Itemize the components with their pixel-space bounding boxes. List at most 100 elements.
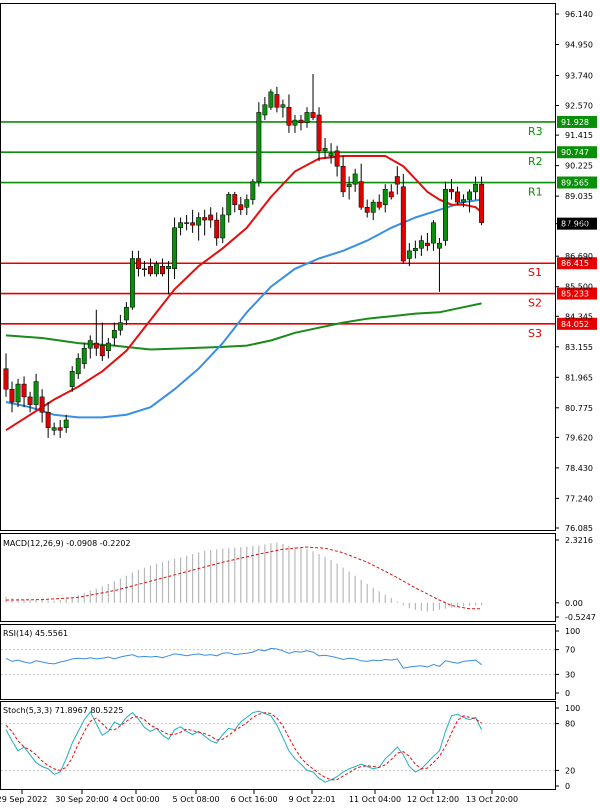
price-y-tick-label: 85.500 <box>565 283 593 292</box>
level-badge-value-R3: 91.928 <box>561 118 589 127</box>
level-badge-value-R1: 89.565 <box>561 179 589 188</box>
x-tick-label: 12 Oct 12:00 <box>407 795 459 804</box>
time-x-axis: 29 Sep 2022 30 Sep 20:00 4 Oct 00:00 5 Oct … <box>0 790 518 804</box>
candle-body <box>443 189 448 241</box>
x-tick-label: 30 Sep 20:00 <box>55 795 108 804</box>
candle-body <box>310 112 316 118</box>
x-tick-label: 4 Oct 00:00 <box>112 795 159 804</box>
price-panel-frame <box>0 3 556 531</box>
candle-body <box>123 306 129 321</box>
level-tag-R2: R2 <box>528 155 543 168</box>
candle-body <box>196 217 202 226</box>
candle-body <box>334 150 340 167</box>
candle-body <box>214 219 220 239</box>
price-y-tick-label: 76.085 <box>565 524 593 533</box>
candle-body <box>148 265 153 275</box>
rsi-y-tick-label: 100 <box>565 627 580 636</box>
candle-body <box>461 199 466 203</box>
candle-body <box>57 427 63 431</box>
macd-panel: MACD(12,26,9) -0.0908 -0.2202 2.3216 0.00… <box>0 533 596 622</box>
candle-body <box>226 194 232 216</box>
rsi-y-tick-label: 30 <box>565 670 575 679</box>
rsi-y-tick-label: 0 <box>565 689 570 698</box>
candle-body <box>172 227 178 270</box>
level-tag-R3: R3 <box>528 125 543 138</box>
chart-root: 91.928R390.747R289.565R186.415S185.233S2… <box>0 3 597 804</box>
stoch-y-axis: 100 80 20 0 <box>555 704 580 791</box>
x-tick-label: 13 Oct 20:00 <box>466 795 518 804</box>
price-y-tick-label: 77.240 <box>565 494 593 503</box>
candle-body <box>232 194 238 205</box>
x-tick-label: 11 Oct 04:00 <box>349 795 401 804</box>
candle-body <box>473 183 479 193</box>
candle-body <box>33 381 39 405</box>
candle-body <box>382 189 388 205</box>
candle-body <box>111 330 117 339</box>
macd-y-tick-label: -0.5247 <box>565 613 596 622</box>
candle-body <box>328 153 334 157</box>
candle-body <box>75 358 81 375</box>
candle-body <box>69 371 75 387</box>
candle-body <box>304 112 310 123</box>
candle-body <box>424 242 430 246</box>
price-y-tick-label: 94.950 <box>565 40 593 49</box>
candle-body <box>298 119 304 123</box>
candle-body <box>160 265 165 275</box>
candle-body <box>418 240 424 249</box>
candle-body <box>412 248 418 252</box>
candle-body <box>376 201 382 208</box>
candle-body <box>129 258 135 308</box>
candle-body <box>51 427 57 431</box>
candle-body <box>406 250 412 259</box>
price-panel: 91.928R390.747R289.565R186.415S185.233S2… <box>0 3 597 533</box>
rsi-title: RSI(14) 45.5561 <box>3 629 68 638</box>
price-y-tick-label: 79.620 <box>565 433 593 442</box>
x-tick-label: 6 Oct 16:00 <box>230 795 277 804</box>
candle-body <box>479 183 485 223</box>
candle-body <box>21 383 27 398</box>
price-y-tick-label: 93.740 <box>565 72 593 81</box>
candle-body <box>292 119 298 126</box>
candle-body <box>286 107 292 126</box>
candle-body <box>39 396 45 413</box>
x-tick-label: 29 Sep 2022 <box>0 795 47 804</box>
macd-y-tick-label: 2.3216 <box>565 536 593 545</box>
candle-body <box>117 322 123 331</box>
level-tag-S1: S1 <box>528 266 542 279</box>
candle-body <box>3 368 9 390</box>
price-y-tick-label: 87.960 <box>565 220 593 229</box>
candle-body <box>99 345 105 357</box>
candle-body <box>154 263 159 275</box>
candle-body <box>81 347 87 364</box>
candle-body <box>142 268 147 271</box>
price-y-tick-label: 84.345 <box>565 312 593 321</box>
macd-title: MACD(12,26,9) -0.0908 -0.2202 <box>3 539 131 548</box>
candle-body <box>449 189 454 193</box>
price-y-tick-label: 80.775 <box>565 404 593 413</box>
rsi-panel: RSI(14) 45.5561 100 70 30 0 <box>0 624 580 700</box>
candle-body <box>364 206 370 213</box>
candle-body <box>358 181 364 208</box>
price-y-tick-label: 96.140 <box>565 10 593 19</box>
price-y-tick-label: 81.965 <box>565 373 593 382</box>
stoch-title: Stoch(5,3,3) 71.8967 80.5225 <box>3 706 123 715</box>
price-y-tick-label: 89.035 <box>565 192 593 201</box>
candle-body <box>467 191 472 200</box>
candle-body <box>455 191 460 203</box>
price-y-tick-label: 90.225 <box>565 162 593 171</box>
stoch-y-tick-label: 80 <box>565 720 575 729</box>
candle-body <box>27 396 33 405</box>
candle-body <box>250 181 256 200</box>
macd-y-axis: 2.3216 0.00 -0.5247 <box>555 536 596 622</box>
price-y-tick-label: 78.430 <box>565 464 593 473</box>
candle-body <box>87 340 93 349</box>
candle-body <box>316 114 322 152</box>
candle-body <box>135 258 141 270</box>
rsi-y-axis: 100 70 30 0 <box>555 627 580 698</box>
candle-body <box>208 214 214 221</box>
stoch-y-tick-label: 20 <box>565 766 575 775</box>
candle-body <box>388 191 394 198</box>
candle-body <box>436 242 442 249</box>
candle-body <box>346 183 352 187</box>
x-tick-label: 5 Oct 08:00 <box>172 795 219 804</box>
